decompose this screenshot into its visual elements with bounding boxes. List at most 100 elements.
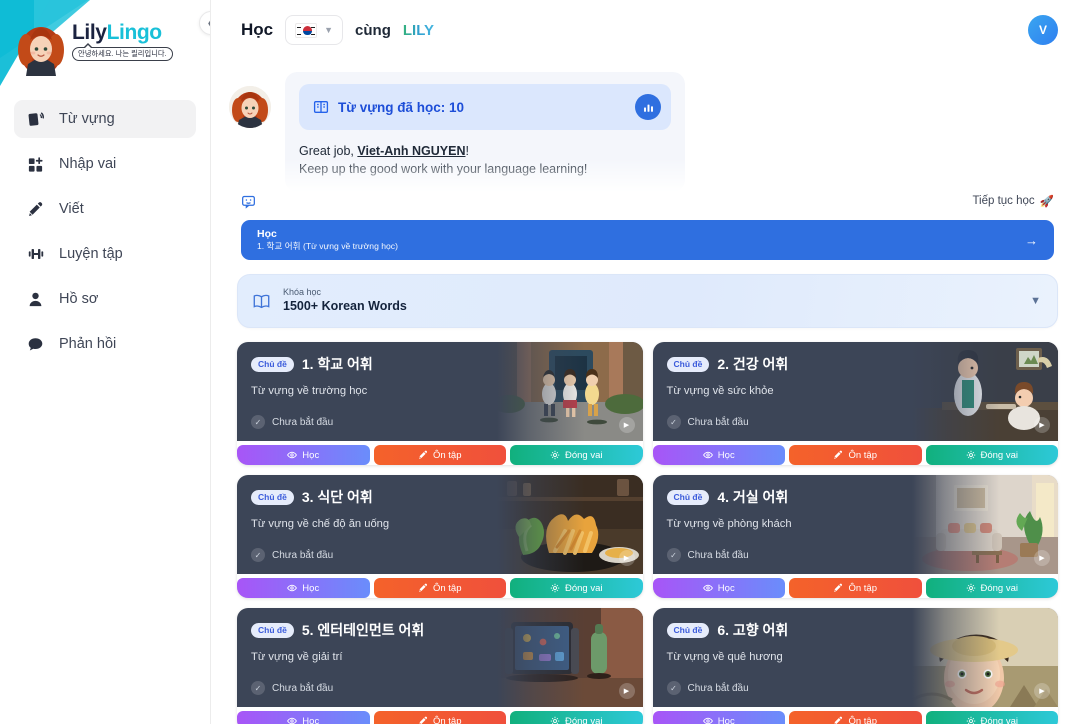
- app-root: LilyLingo 안녕하세요. 나는 릴리입니다. Từ vựng Nhập …: [0, 0, 1080, 724]
- brand-wordmark: LilyLingo 안녕하세요. 나는 릴리입니다.: [72, 22, 173, 61]
- lesson-card[interactable]: Chủ đề 3. 식단 어휘 Từ vựng về chế độ ăn uốn…: [237, 475, 643, 598]
- sidebar-item-profile[interactable]: Hồ sơ: [14, 280, 196, 318]
- review-button[interactable]: Ôn tập: [374, 445, 507, 465]
- lesson-card-body: Chủ đề 1. 학교 어휘 Từ vựng về trường học ✓ …: [237, 342, 643, 441]
- play-icon[interactable]: ▶: [1034, 683, 1050, 699]
- roleplay-button[interactable]: Đóng vai: [510, 578, 643, 598]
- greeting-user-name: Viet-Anh NGUYEN: [357, 144, 465, 158]
- sidebar-item-label: Luyện tập: [59, 246, 123, 262]
- lesson-card[interactable]: Chủ đề 2. 건강 어휘 Từ vựng về sức khỏe ✓ Ch…: [653, 342, 1059, 465]
- book-open-icon: [313, 99, 329, 115]
- lesson-status: ✓ Chưa bắt đầu: [251, 415, 485, 441]
- greeting-line-2: Keep up the good work with your language…: [299, 162, 671, 176]
- page-title: Học: [241, 20, 273, 40]
- review-button[interactable]: Ôn tập: [789, 711, 922, 724]
- assistant-name: LILY: [403, 22, 434, 39]
- banner-title: Học: [257, 228, 398, 241]
- eye-icon: [287, 716, 297, 724]
- continue-learning-banner[interactable]: Học 1. 학교 어휘 (Từ vựng về trường học) →: [241, 220, 1054, 260]
- lesson-card[interactable]: Chủ đề 1. 학교 어휘 Từ vựng về trường học ✓ …: [237, 342, 643, 465]
- roleplay-button[interactable]: Đóng vai: [510, 445, 643, 465]
- roleplay-button[interactable]: Đóng vai: [510, 711, 643, 724]
- roleplay-button[interactable]: Đóng vai: [926, 445, 1059, 465]
- lesson-card-info: Chủ đề 1. 학교 어휘 Từ vựng về trường học ✓ …: [237, 342, 497, 441]
- lesson-status-label: Chưa bắt đầu: [272, 417, 333, 428]
- play-icon[interactable]: ▶: [1034, 417, 1050, 433]
- sidebar-item-vocabulary[interactable]: Từ vựng: [14, 100, 196, 138]
- sidebar-item-label: Phản hồi: [59, 336, 116, 352]
- lesson-card-header: Chủ đề 4. 거실 어휘: [667, 487, 901, 507]
- play-icon[interactable]: ▶: [1034, 550, 1050, 566]
- language-select[interactable]: ▼: [285, 15, 343, 45]
- play-icon[interactable]: ▶: [619, 417, 635, 433]
- course-value: 1500+ Korean Words: [283, 298, 407, 315]
- learn-button[interactable]: Học: [653, 578, 786, 598]
- lesson-card-actions: Học Ôn tập Đóng vai: [653, 441, 1059, 465]
- greeting-suffix: !: [466, 144, 469, 158]
- lesson-card[interactable]: Chủ đề 5. 엔터테인먼트 어휘 Từ vựng về giải trí …: [237, 608, 643, 724]
- sidebar-item-writing[interactable]: Viết: [14, 190, 196, 228]
- masks-icon: [966, 450, 976, 460]
- review-button-label: Ôn tập: [433, 450, 462, 461]
- lesson-status: ✓ Chưa bắt đầu: [667, 415, 901, 441]
- check-icon: ✓: [251, 548, 265, 562]
- brand-logo[interactable]: LilyLingo 안녕하세요. 나는 릴리입니다.: [0, 0, 210, 88]
- bar-chart-icon[interactable]: [635, 94, 661, 120]
- learn-button-label: Học: [302, 583, 319, 594]
- lesson-card-actions: Học Ôn tập Đóng vai: [237, 441, 643, 465]
- learn-button[interactable]: Học: [653, 711, 786, 724]
- cards-icon: [26, 110, 45, 129]
- lesson-subtitle: Từ vựng về chế độ ăn uống: [251, 518, 485, 530]
- learn-button[interactable]: Học: [237, 445, 370, 465]
- review-button[interactable]: Ôn tập: [789, 578, 922, 598]
- check-icon: ✓: [667, 681, 681, 695]
- avatar-initial: V: [1039, 23, 1047, 37]
- lesson-status: ✓ Chưa bắt đầu: [251, 681, 485, 707]
- lesson-card-actions: Học Ôn tập Đóng vai: [237, 707, 643, 724]
- play-icon[interactable]: ▶: [619, 683, 635, 699]
- eye-icon: [703, 583, 713, 593]
- school-kids-illustration: ▶: [497, 342, 643, 441]
- lesson-card-body: Chủ đề 5. 엔터테인먼트 어휘 Từ vựng về giải trí …: [237, 608, 643, 707]
- sidebar-item-label: Viết: [59, 201, 84, 217]
- chat-bubble-icon[interactable]: [241, 194, 256, 209]
- roleplay-button[interactable]: Đóng vai: [926, 578, 1059, 598]
- lesson-card[interactable]: Chủ đề 4. 거실 어휘 Từ vựng về phòng khách ✓…: [653, 475, 1059, 598]
- sidebar-item-practice[interactable]: Luyện tập: [14, 235, 196, 273]
- chevron-down-icon: ▼: [324, 25, 333, 35]
- review-button-label: Ôn tập: [848, 450, 877, 461]
- pencil-icon: [418, 450, 428, 460]
- sidebar-item-roleplay[interactable]: Nhập vai: [14, 145, 196, 183]
- review-button[interactable]: Ôn tập: [374, 711, 507, 724]
- chat-icon: [26, 335, 45, 354]
- user-avatar[interactable]: V: [1028, 15, 1058, 45]
- lesson-card-header: Chủ đề 5. 엔터테인먼트 어휘: [251, 620, 485, 640]
- roleplay-button-label: Đóng vai: [565, 716, 603, 724]
- living-room-illustration: ▶: [912, 475, 1058, 574]
- continue-learning-text: Tiếp tục học: [972, 195, 1034, 207]
- course-label: Khóa học: [283, 287, 407, 299]
- review-button[interactable]: Ôn tập: [374, 578, 507, 598]
- play-icon[interactable]: ▶: [619, 550, 635, 566]
- food-plate-illustration: ▶: [497, 475, 643, 574]
- lesson-status: ✓ Chưa bắt đầu: [251, 548, 485, 574]
- learn-button[interactable]: Học: [653, 445, 786, 465]
- review-button-label: Ôn tập: [433, 583, 462, 594]
- lesson-card-header: Chủ đề 2. 건강 어휘: [667, 354, 901, 374]
- learn-button[interactable]: Học: [237, 711, 370, 724]
- learn-button[interactable]: Học: [237, 578, 370, 598]
- roleplay-button-label: Đóng vai: [981, 450, 1019, 461]
- masks-icon: [550, 716, 560, 724]
- check-icon: ✓: [667, 415, 681, 429]
- roleplay-button[interactable]: Đóng vai: [926, 711, 1059, 724]
- lesson-status-label: Chưa bắt đầu: [688, 417, 749, 428]
- review-button[interactable]: Ôn tập: [789, 445, 922, 465]
- brand-name-part1: Lily: [72, 21, 107, 44]
- lesson-card-info: Chủ đề 5. 엔터테인먼트 어휘 Từ vựng về giải trí …: [237, 608, 497, 707]
- vocabulary-stat-pill[interactable]: Từ vựng đã học: 10: [299, 84, 671, 130]
- lesson-subtitle: Từ vựng về giải trí: [251, 651, 485, 663]
- lesson-card[interactable]: Chủ đề 6. 고향 어휘 Từ vựng về quê hương ✓ C…: [653, 608, 1059, 724]
- review-button-label: Ôn tập: [848, 716, 877, 724]
- sidebar-item-feedback[interactable]: Phản hồi: [14, 325, 196, 363]
- course-selector[interactable]: Khóa học 1500+ Korean Words ▼: [237, 274, 1058, 328]
